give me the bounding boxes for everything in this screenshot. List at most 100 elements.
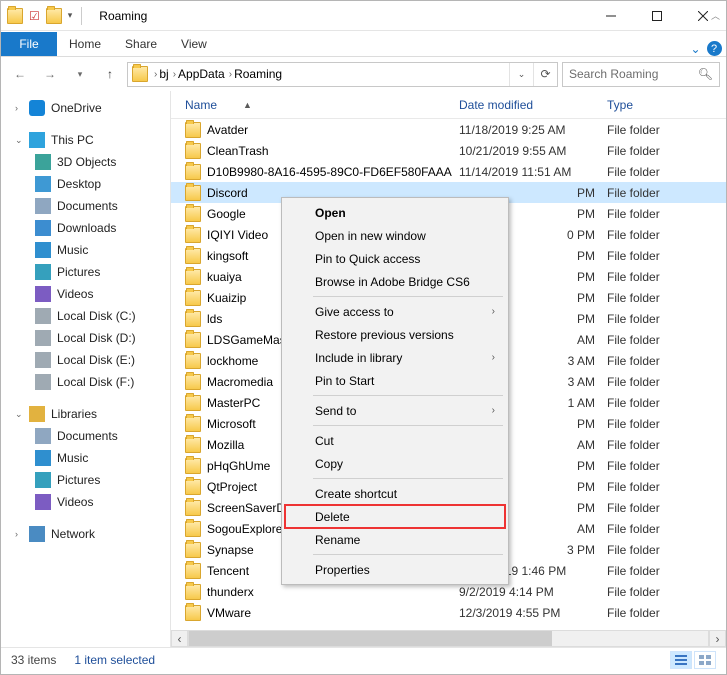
file-type: File folder [607, 375, 660, 389]
help-icon: ? [707, 41, 722, 56]
ctx-give-access-to[interactable]: Give access to› [285, 300, 505, 323]
qat-properties-icon[interactable]: ☑ [29, 9, 40, 23]
chevron-right-icon[interactable]: › [173, 69, 176, 80]
forward-button[interactable]: → [37, 61, 63, 87]
search-input[interactable]: Search Roaming 🔍︎ [562, 62, 720, 87]
file-type: File folder [607, 291, 660, 305]
ctx-copy[interactable]: Copy [285, 452, 505, 475]
nav-this-pc[interactable]: ⌄This PC [1, 129, 170, 151]
chevron-right-icon[interactable]: › [154, 69, 157, 80]
file-type: File folder [607, 228, 660, 242]
folder-icon [185, 458, 201, 474]
ctx-delete[interactable]: Delete [285, 505, 505, 528]
title-bar: ☑ ▾ Roaming [1, 1, 726, 31]
nav-lib-child[interactable]: Pictures [1, 469, 170, 491]
column-date[interactable]: Date modified [459, 98, 607, 112]
maximize-button[interactable] [634, 1, 680, 31]
qat-newfolder-icon[interactable] [46, 8, 62, 24]
ctx-open-new-window[interactable]: Open in new window [285, 224, 505, 247]
nav-pc-child[interactable]: Pictures [1, 261, 170, 283]
expand-ribbon-chevron-icon[interactable]: ⌄? [686, 41, 726, 56]
tab-home[interactable]: Home [57, 32, 113, 56]
ctx-open[interactable]: Open [285, 201, 505, 224]
folder-icon [185, 185, 201, 201]
folder-icon [185, 248, 201, 264]
nav-pc-child[interactable]: Local Disk (F:) [1, 371, 170, 393]
column-name[interactable]: Name▲ [185, 98, 459, 112]
file-type: File folder [607, 480, 660, 494]
submenu-chevron-icon: › [492, 405, 495, 416]
crumb-bj[interactable]: bj [159, 67, 168, 81]
nav-pc-child[interactable]: Local Disk (D:) [1, 327, 170, 349]
ctx-pin-quick-access[interactable]: Pin to Quick access [285, 247, 505, 270]
ctx-rename[interactable]: Rename [285, 528, 505, 551]
window-folder-icon [7, 8, 23, 24]
nav-lib-child[interactable]: Documents [1, 425, 170, 447]
file-name: CleanTrash [207, 144, 459, 158]
address-history-chevron-icon[interactable]: ⌄ [509, 63, 533, 86]
horizontal-scrollbar[interactable]: ‹ › [171, 630, 726, 647]
view-details-button[interactable] [670, 651, 692, 669]
up-button[interactable]: ↑ [97, 61, 123, 87]
nav-pc-child[interactable]: Local Disk (C:) [1, 305, 170, 327]
nav-lib-child[interactable]: Videos [1, 491, 170, 513]
folder-icon [185, 143, 201, 159]
file-tab[interactable]: File [1, 32, 57, 56]
view-large-icons-button[interactable] [694, 651, 716, 669]
tab-view[interactable]: View [169, 32, 219, 56]
address-folder-icon [132, 66, 148, 82]
file-type: File folder [607, 144, 660, 158]
nav-pc-child[interactable]: Music [1, 239, 170, 261]
ctx-browse-bridge[interactable]: Browse in Adobe Bridge CS6 [285, 270, 505, 293]
ctx-restore-previous-versions[interactable]: Restore previous versions [285, 323, 505, 346]
status-item-count: 33 items [11, 653, 56, 667]
folder-icon [185, 353, 201, 369]
nav-lib-child[interactable]: Music [1, 447, 170, 469]
chevron-right-icon[interactable]: › [229, 69, 232, 80]
nav-pc-child[interactable]: Local Disk (E:) [1, 349, 170, 371]
nav-pc-child[interactable]: Videos [1, 283, 170, 305]
nav-pc-child[interactable]: Downloads [1, 217, 170, 239]
table-row[interactable]: Avatder11/18/2019 9:25 AMFile folder [171, 119, 726, 140]
scroll-up-chevron-icon[interactable]: ︿ [711, 9, 720, 22]
file-type: File folder [607, 564, 660, 578]
nav-pc-child[interactable]: Documents [1, 195, 170, 217]
file-name: VMware [207, 606, 459, 620]
nav-network[interactable]: ›Network [1, 523, 170, 545]
tab-share[interactable]: Share [113, 32, 169, 56]
scroll-right-arrow-icon[interactable]: › [709, 630, 726, 647]
scroll-left-arrow-icon[interactable]: ‹ [171, 630, 188, 647]
ctx-cut[interactable]: Cut [285, 429, 505, 452]
nav-libraries[interactable]: ⌄Libraries [1, 403, 170, 425]
qat-chevron-down-icon[interactable]: ▾ [68, 10, 73, 21]
recent-locations-chevron-icon[interactable]: ▾ [67, 61, 93, 87]
ctx-properties[interactable]: Properties [285, 558, 505, 581]
ctx-include-in-library[interactable]: Include in library› [285, 346, 505, 369]
folder-icon [185, 437, 201, 453]
refresh-button[interactable]: ⟳ [533, 63, 557, 86]
minimize-button[interactable] [588, 1, 634, 31]
scrollbar-thumb[interactable] [189, 631, 552, 646]
crumb-appdata[interactable]: AppData [178, 67, 225, 81]
ribbon: File Home Share View ⌄? [1, 31, 726, 57]
table-row[interactable]: D10B9980-8A16-4595-89C0-FD6EF580FAAA11/1… [171, 161, 726, 182]
nav-onedrive[interactable]: ›OneDrive [1, 97, 170, 119]
column-type[interactable]: Type [607, 98, 726, 112]
table-row[interactable]: VMware12/3/2019 4:55 PMFile folder [171, 602, 726, 623]
back-button[interactable]: ← [7, 61, 33, 87]
ctx-pin-to-start[interactable]: Pin to Start [285, 369, 505, 392]
submenu-chevron-icon: › [492, 306, 495, 317]
ctx-send-to[interactable]: Send to› [285, 399, 505, 422]
nav-pc-child[interactable]: Desktop [1, 173, 170, 195]
crumb-roaming[interactable]: Roaming [234, 67, 282, 81]
nav-pc-child[interactable]: 3D Objects [1, 151, 170, 173]
folder-icon [185, 542, 201, 558]
table-row[interactable]: CleanTrash10/21/2019 9:55 AMFile folder [171, 140, 726, 161]
window-title: Roaming [99, 9, 147, 23]
address-bar[interactable]: ›bj ›AppData ›Roaming ⌄ ⟳ [127, 62, 558, 87]
ctx-create-shortcut[interactable]: Create shortcut [285, 482, 505, 505]
file-type: File folder [607, 270, 660, 284]
search-icon[interactable]: 🔍︎ [698, 67, 713, 81]
folder-icon [185, 584, 201, 600]
status-selected: 1 item selected [74, 653, 155, 667]
